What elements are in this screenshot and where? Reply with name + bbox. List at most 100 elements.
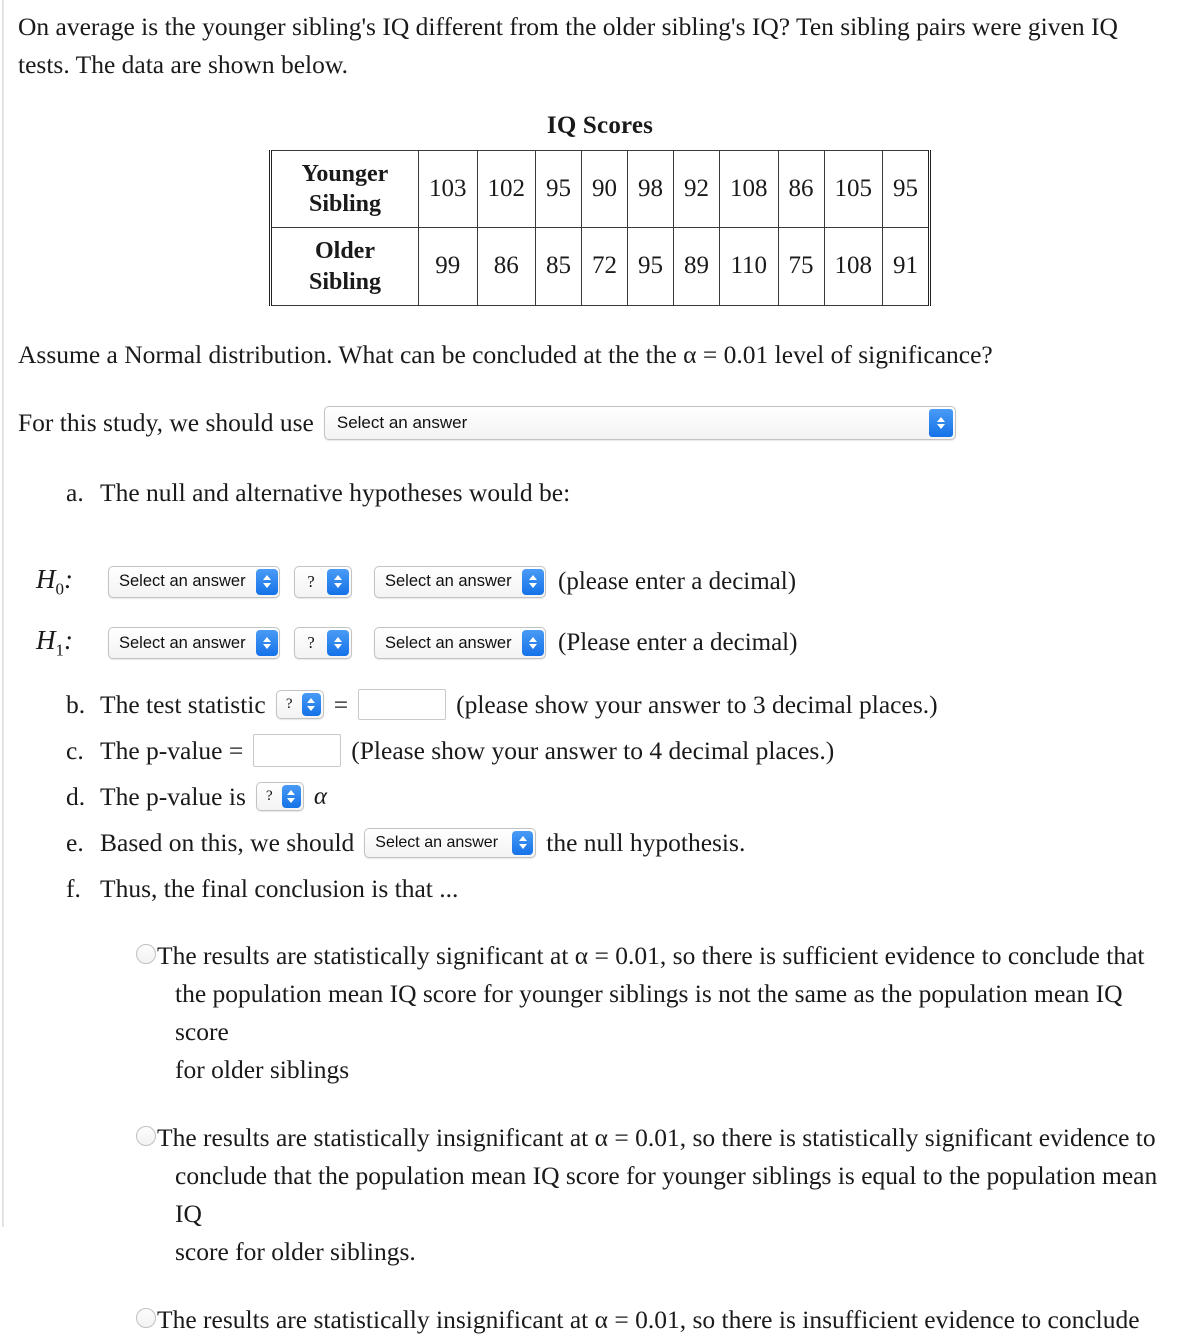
part-a-line: a. The null and alternative hypotheses wo… [18, 478, 1182, 508]
h0-subject-select[interactable]: Select an answer [108, 565, 280, 598]
test-statistic-input[interactable] [358, 689, 447, 721]
h0-operator-select[interactable]: ? [294, 565, 352, 598]
radio-button-option-1[interactable] [136, 943, 156, 964]
decision-select-value: Select an answer [375, 833, 499, 851]
chevron-updown-icon [327, 630, 349, 657]
for-this-study-select[interactable]: Select an answer [323, 405, 956, 440]
test-statistic-type-value: ? [285, 696, 293, 713]
cell-younger-4: 98 [627, 149, 674, 229]
h1-value-select-value: Select an answer [385, 633, 512, 652]
h0-note: (please enter a decimal) [558, 567, 797, 595]
chevron-updown-icon [255, 630, 278, 657]
iq-scores-table: Younger Sibling 103 102 95 90 98 92 108 … [269, 149, 931, 306]
chevron-updown-icon [327, 568, 349, 595]
step-e-decision: e. Based on this, we should Select an an… [66, 825, 1182, 861]
step-e-text-after: the null hypothesis. [546, 827, 746, 857]
part-a-text: The null and alternative hypotheses woul… [100, 477, 571, 507]
table-row: Older Sibling 99 86 85 72 95 89 110 75 1… [270, 227, 930, 306]
cell-younger-1: 102 [476, 149, 536, 229]
h1-subject-select[interactable]: Select an answer [108, 627, 280, 660]
part-a-marker: a. [66, 477, 84, 507]
step-b-equals: = [333, 689, 349, 719]
step-e-text-before: Based on this, we should [100, 827, 355, 857]
p-value-input[interactable] [253, 734, 342, 768]
cell-younger-8: 105 [823, 149, 883, 229]
row-header-older-sibling: Older Sibling [270, 227, 419, 306]
conclusion-option-3-text: The results are statistically insignific… [156, 1301, 1140, 1339]
step-d-p-value-comparison: d. The p-value is ? α [66, 779, 1182, 815]
cell-younger-2: 95 [535, 149, 582, 229]
for-this-study-select-value: Select an answer [336, 412, 468, 432]
h0-value-select[interactable]: Select an answer [374, 565, 546, 598]
radio-button-option-3[interactable] [136, 1307, 156, 1328]
h1-note: (Please enter a decimal) [558, 629, 798, 657]
option-1-line-1: The results are statistically significan… [157, 940, 1145, 970]
option-2-line-3: score for older siblings. [175, 1236, 416, 1266]
cell-older-6: 110 [719, 227, 779, 306]
cell-older-9: 91 [882, 227, 930, 306]
step-c-text-before: The p-value = [100, 735, 244, 765]
p-value-comparison-value: ? [266, 788, 273, 805]
h1-value-select[interactable]: Select an answer [374, 627, 546, 660]
chevron-updown-icon [521, 630, 544, 657]
h0-label: H0: [36, 563, 73, 599]
step-d-marker: d. [66, 781, 86, 811]
step-b-text-after: (please show your answer to 3 decimal pl… [456, 689, 938, 719]
step-c-text-after: (Please show your answer to 4 decimal pl… [351, 735, 835, 765]
conclusion-option-2[interactable]: The results are statistically insignific… [136, 1119, 1182, 1271]
row-header-line1: Younger [301, 161, 389, 187]
for-this-study-label: For this study, we should use [18, 407, 314, 437]
h1-label: H1: [36, 625, 73, 660]
cell-older-0: 99 [418, 227, 478, 306]
step-f-text: Thus, the final conclusion is that ... [100, 873, 459, 903]
cell-younger-5: 92 [673, 149, 720, 229]
cell-younger-9: 95 [882, 149, 930, 229]
h0-subject-select-value: Select an answer [119, 572, 246, 591]
step-e-marker: e. [66, 827, 84, 857]
h1-operator-select[interactable]: ? [294, 627, 352, 660]
option-2-line-1: The results are statistically insignific… [157, 1122, 1156, 1152]
cell-older-2: 85 [535, 227, 582, 306]
chevron-updown-icon [512, 830, 534, 855]
chevron-updown-icon [255, 568, 278, 595]
radio-button-option-2[interactable] [136, 1125, 156, 1146]
cell-older-7: 75 [777, 227, 825, 306]
cell-older-1: 86 [476, 227, 536, 306]
cell-younger-0: 103 [418, 149, 478, 229]
chevron-updown-icon [928, 408, 953, 437]
chevron-updown-icon [301, 693, 321, 717]
step-b-text-before: The test statistic [100, 689, 266, 719]
hypothesis-row-null: H0: Select an answer ? Select an answer … [36, 564, 1182, 599]
option-1-line-3: for older siblings [175, 1054, 350, 1084]
row-header-line2: Sibling [308, 191, 382, 218]
table-title: IQ Scores [546, 112, 654, 139]
p-value-comparison-select[interactable]: ? [255, 782, 304, 812]
step-b-marker: b. [66, 689, 86, 719]
conclusion-option-1[interactable]: The results are statistically significan… [136, 937, 1182, 1089]
conclusion-option-1-text: The results are statistically significan… [156, 937, 1177, 1089]
option-1-line-2: the population mean IQ score for younger… [175, 978, 1123, 1046]
step-c-p-value: c. The p-value = (Please show your answe… [66, 733, 1182, 769]
h1-subject-select-value: Select an answer [119, 633, 246, 652]
row-header-younger-sibling: Younger Sibling [270, 149, 419, 229]
cell-younger-3: 90 [581, 149, 628, 229]
steps-list: b. The test statistic ? = (please show y… [18, 687, 1182, 907]
row-header-line2: Sibling [308, 268, 382, 295]
test-statistic-type-select[interactable]: ? [275, 690, 324, 720]
decision-select[interactable]: Select an answer [364, 827, 537, 858]
cell-older-8: 108 [823, 227, 883, 306]
option-3-line-1: The results are statistically insignific… [157, 1304, 1140, 1334]
h0-value-select-value: Select an answer [385, 572, 512, 591]
conclusion-option-3[interactable]: The results are statistically insignific… [136, 1301, 1182, 1339]
step-c-marker: c. [66, 735, 84, 765]
cell-younger-7: 86 [777, 149, 825, 229]
row-header-line1: Older [315, 238, 375, 265]
chevron-updown-icon [281, 785, 301, 809]
step-d-alpha-symbol: α [313, 782, 327, 810]
conclusion-options: The results are statistically significan… [18, 937, 1182, 1339]
hypotheses-block: H0: Select an answer ? Select an answer … [18, 564, 1182, 661]
option-2-line-2: conclude that the population mean IQ sco… [175, 1160, 1158, 1228]
question-page: On average is the younger sibling's IQ d… [0, 0, 1200, 1339]
cell-older-3: 72 [581, 227, 628, 306]
chevron-updown-icon [521, 568, 544, 595]
